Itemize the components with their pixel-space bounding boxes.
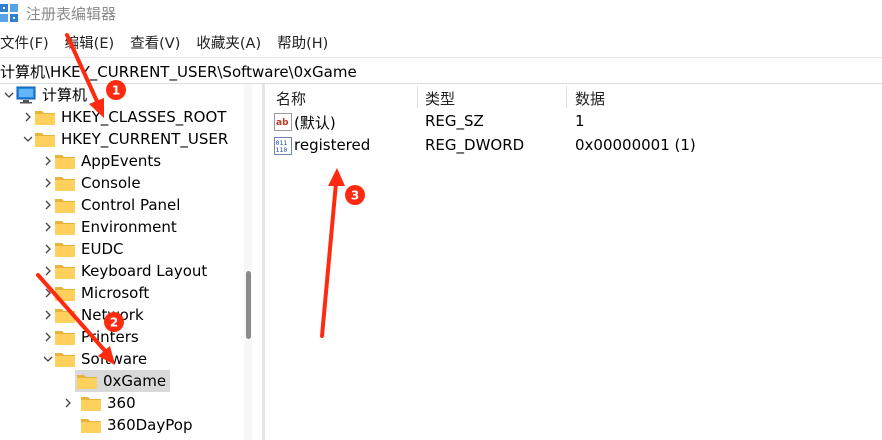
tree-label: Printers (81, 328, 139, 346)
folder-open-icon (35, 131, 55, 147)
svg-text:ab: ab (276, 118, 289, 128)
tree-label: EUDC (81, 240, 124, 258)
tree-item-console[interactable]: Console (41, 172, 141, 194)
folder-icon (55, 175, 75, 191)
menu-help[interactable]: 帮助(H) (275, 32, 328, 56)
column-header-name[interactable]: 名称 (276, 88, 306, 109)
tree-label: Control Panel (81, 196, 181, 214)
menu-view[interactable]: 查看(V) (128, 32, 180, 56)
title-bar: 注册表编辑器 (0, 0, 882, 28)
chevron-down-icon[interactable] (2, 84, 16, 106)
chevron-right-icon[interactable] (41, 172, 55, 194)
value-name: (默认) (294, 114, 336, 132)
chevron-right-icon[interactable] (41, 326, 55, 348)
folder-icon (81, 417, 101, 433)
menu-file[interactable]: 文件(F) (0, 32, 49, 56)
chevron-right-icon[interactable] (41, 194, 55, 216)
computer-icon (16, 86, 36, 104)
tree-item-control-panel[interactable]: Control Panel (41, 194, 180, 216)
value-type: REG_DWORD (425, 136, 525, 154)
tree-label: 360 (107, 394, 136, 412)
chevron-right-icon[interactable] (41, 238, 55, 260)
tree-selection[interactable]: 0xGame (75, 370, 171, 392)
folder-open-icon (55, 351, 75, 367)
tree-label: Software (81, 350, 148, 368)
string-value-icon: ab (274, 113, 292, 131)
tree-item-software[interactable]: Software (41, 348, 147, 370)
chevron-right-icon[interactable] (41, 304, 55, 326)
list-header: 名称 类型 数据 (266, 84, 882, 110)
tree-label: 0xGame (103, 372, 167, 390)
folder-icon (81, 395, 101, 411)
tree-item-network[interactable]: Network (41, 304, 144, 326)
registry-editor-icon (0, 4, 18, 22)
tree-item-hkey-current-user[interactable]: HKEY_CURRENT_USER (21, 128, 228, 150)
chevron-right-icon[interactable] (61, 392, 75, 414)
folder-icon (77, 373, 97, 389)
chevron-right-icon[interactable] (41, 150, 55, 172)
key-tree: 计算机 HKEY_CLASSES_ROOT HKEY_CURRENT_USER … (0, 84, 256, 440)
value-data: 0x00000001 (1) (575, 136, 696, 154)
value-type: REG_SZ (425, 112, 484, 130)
column-divider[interactable] (566, 86, 567, 108)
tree-label: 计算机 (42, 86, 88, 104)
tree-item-keyboard-layout[interactable]: Keyboard Layout (41, 260, 207, 282)
menu-edit[interactable]: 编辑(E) (63, 32, 114, 56)
value-name: registered (294, 136, 371, 154)
menu-favorites[interactable]: 收藏夹(A) (194, 32, 261, 56)
value-row-default[interactable]: ab (默认) REG_SZ 1 (266, 110, 882, 134)
folder-icon (55, 307, 75, 323)
column-header-type[interactable]: 类型 (425, 88, 455, 109)
tree-item-360daypop[interactable]: 360DayPop (61, 414, 192, 436)
tree-item-0xgame[interactable]: 0xGame (61, 370, 171, 392)
window-title: 注册表编辑器 (26, 5, 117, 23)
folder-icon (55, 153, 75, 169)
tree-label: AppEvents (81, 152, 162, 170)
menu-bar: 文件(F) 编辑(E) 查看(V) 收藏夹(A) 帮助(H) (0, 32, 342, 56)
folder-icon (55, 197, 75, 213)
column-divider[interactable] (417, 86, 418, 108)
chevron-right-icon[interactable] (21, 106, 35, 128)
pane-splitter[interactable] (262, 84, 265, 440)
tree-item-hkey-classes-root[interactable]: HKEY_CLASSES_ROOT (21, 106, 226, 128)
svg-text:110: 110 (276, 146, 288, 154)
tree-item-eudc[interactable]: EUDC (41, 238, 123, 260)
tree-label: HKEY_CURRENT_USER (61, 130, 229, 148)
folder-icon (55, 263, 75, 279)
tree-item-appevents[interactable]: AppEvents (41, 150, 161, 172)
tree-label: Network (81, 306, 144, 324)
chevron-right-icon[interactable] (41, 260, 55, 282)
tree-scrollbar[interactable] (244, 84, 252, 440)
chevron-right-icon[interactable] (41, 282, 55, 304)
tree-item-environment[interactable]: Environment (41, 216, 177, 238)
tree-item-microsoft[interactable]: Microsoft (41, 282, 149, 304)
folder-icon (35, 109, 55, 125)
folder-icon (55, 329, 75, 345)
tree-item-printers[interactable]: Printers (41, 326, 139, 348)
folder-icon (55, 285, 75, 301)
tree-label: Console (81, 174, 141, 192)
tree-label: Microsoft (81, 284, 150, 302)
tree-label: Keyboard Layout (81, 262, 208, 280)
value-row-registered[interactable]: 011 110 registered REG_DWORD 0x00000001 … (266, 134, 882, 158)
folder-icon (55, 241, 75, 257)
chevron-down-icon[interactable] (21, 128, 35, 150)
tree-scrollbar-thumb[interactable] (246, 271, 251, 339)
chevron-down-icon[interactable] (41, 348, 55, 370)
tree-item-computer[interactable]: 计算机 (2, 84, 87, 106)
value-list: 名称 类型 数据 ab (默认) REG_SZ 1 011 110 regist… (266, 84, 882, 440)
tree-label: HKEY_CLASSES_ROOT (61, 108, 227, 126)
tree-item-360[interactable]: 360 (61, 392, 136, 414)
folder-icon (55, 219, 75, 235)
value-data: 1 (575, 112, 585, 130)
tree-label: 360DayPop (107, 416, 193, 434)
column-header-data[interactable]: 数据 (575, 88, 605, 109)
address-bar[interactable]: 计算机\HKEY_CURRENT_USER\Software\0xGame (0, 57, 882, 84)
address-path[interactable]: 计算机\HKEY_CURRENT_USER\Software\0xGame (0, 61, 357, 82)
tree-label: Environment (81, 218, 177, 236)
chevron-right-icon[interactable] (41, 216, 55, 238)
dword-value-icon: 011 110 (274, 137, 292, 155)
